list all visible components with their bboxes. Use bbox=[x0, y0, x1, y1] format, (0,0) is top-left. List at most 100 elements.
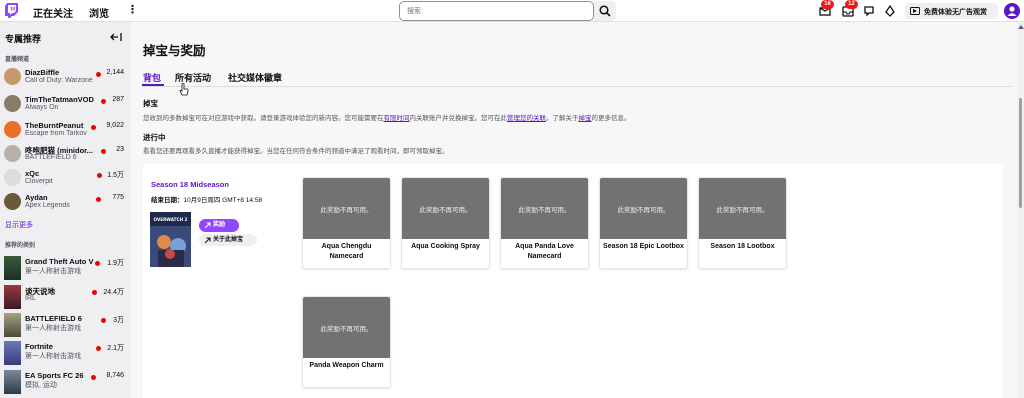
show-more-link[interactable]: 显示更多 bbox=[5, 220, 33, 230]
viewer-count: 2,144 bbox=[106, 69, 124, 76]
nav-browse-link[interactable]: 浏览 bbox=[89, 5, 109, 20]
hand-cursor-icon bbox=[179, 83, 189, 96]
search-box bbox=[399, 1, 594, 21]
live-dot-icon bbox=[95, 261, 100, 266]
channel-item[interactable]: 咚咆肥猫 (minidor... BATTLEFIELD 6 23 bbox=[0, 143, 131, 164]
campaign-name[interactable]: Season 18 Midseason bbox=[151, 180, 229, 189]
sidebar: 专属推荐 直播频道 DiazBiffle Call of Duty: Warzo… bbox=[0, 22, 131, 398]
user-avatar[interactable] bbox=[1004, 3, 1020, 19]
reward-name: Panda Weapon Charm bbox=[309, 362, 384, 369]
channel-name: xQc bbox=[25, 169, 40, 178]
more-menu-icon[interactable]: ⋮ bbox=[127, 3, 138, 18]
channel-avatar bbox=[4, 145, 21, 162]
channel-item[interactable]: Aydan Apex Legends 775 bbox=[0, 191, 131, 212]
category-tag: IRL bbox=[25, 295, 36, 302]
channel-name: TheBurntPeanut bbox=[25, 121, 84, 130]
channel-name: Aydan bbox=[25, 193, 48, 202]
sidebar-title: 专属推荐 bbox=[5, 34, 42, 44]
live-dot-icon bbox=[97, 173, 102, 178]
turbo-button[interactable]: 免费体验无广告观赏 bbox=[905, 3, 998, 19]
search-input[interactable] bbox=[407, 4, 587, 19]
live-dot-icon bbox=[92, 290, 97, 295]
svg-text:OVERWATCH 2: OVERWATCH 2 bbox=[154, 217, 188, 222]
reward-name: Season 18 Epic Lootbox bbox=[603, 243, 684, 250]
reward-unavailable-text: 此奖励不再可用。 bbox=[320, 207, 373, 214]
drops-button[interactable]: 奖励 bbox=[199, 219, 239, 232]
channel-name: TimTheTatmanVOD bbox=[25, 95, 94, 104]
category-item[interactable]: Grand Theft Auto V 第一人称射击游戏 1.9万 bbox=[0, 255, 131, 282]
category-art bbox=[4, 341, 21, 365]
category-tag: 第一人称射击游戏 bbox=[25, 353, 81, 360]
channel-game: BATTLEFIELD 6 bbox=[25, 154, 77, 161]
reward-name: Season 18 Lootbox bbox=[710, 243, 775, 250]
drops-button-label: 奖励 bbox=[213, 222, 226, 228]
drops-text: 内关联账户并兑换掉宝。您可在此 bbox=[409, 115, 508, 122]
scroll-up-icon[interactable] bbox=[1018, 25, 1024, 29]
inbox-badge: 12 bbox=[845, 0, 858, 9]
drops-info-link[interactable]: 掉宝 bbox=[579, 115, 592, 122]
category-name: EA Sports FC 26 bbox=[25, 371, 84, 380]
search-button[interactable] bbox=[594, 1, 616, 21]
drops-description: 您收到的多数掉宝可在对应游戏中获取。请登录游戏体验您的新内容。您可能需要在有限时… bbox=[143, 112, 631, 122]
reward-image: 此奖励不再可用。 bbox=[600, 178, 687, 239]
drops-text: 您收到的多数掉宝可在对应游戏中获取。请登录游戏体验您的新内容。您可能需要在 bbox=[143, 115, 384, 122]
game-box-art: OVERWATCH 2 bbox=[150, 212, 191, 267]
category-name: Grand Theft Auto V bbox=[25, 257, 94, 266]
nav-following-link[interactable]: 正在关注 bbox=[33, 5, 73, 20]
limited-time-link[interactable]: 有限时间 bbox=[384, 115, 410, 122]
whispers-icon[interactable] bbox=[862, 4, 876, 18]
scroll-thumb[interactable] bbox=[1019, 98, 1022, 208]
channel-item[interactable]: TheBurntPeanut Escape from Tarkov 9,022 bbox=[0, 119, 131, 140]
reward-card[interactable]: 此奖励不再可用。 Aqua Chengdu Namecard bbox=[302, 177, 391, 269]
channel-item[interactable]: xQc Cloverpit 1.5万 bbox=[0, 167, 131, 188]
external-link-icon bbox=[204, 237, 211, 244]
live-dot-icon bbox=[91, 125, 96, 130]
tab-inventory[interactable]: 背包 bbox=[143, 71, 161, 84]
viewer-count: 2.1万 bbox=[107, 345, 124, 352]
manage-connections-link[interactable]: 管理您的关联 bbox=[507, 115, 546, 122]
in-progress-heading: 进行中 bbox=[143, 133, 166, 142]
ad-free-icon bbox=[910, 7, 920, 15]
tab-social-badges[interactable]: 社交媒体徽章 bbox=[228, 71, 282, 84]
reward-card[interactable]: 此奖励不再可用。 Aqua Cooking Spray bbox=[401, 177, 490, 269]
viewer-count: 9,022 bbox=[106, 122, 124, 129]
user-icon bbox=[1007, 6, 1017, 16]
viewer-count: 1.5万 bbox=[107, 172, 124, 179]
category-item[interactable]: 谈天说地 IRL 24.4万 bbox=[0, 284, 131, 311]
reward-unavailable-text: 此奖励不再可用。 bbox=[320, 326, 373, 333]
live-dot-icon bbox=[96, 197, 101, 202]
category-item[interactable]: EA Sports FC 26 模拟, 运动 8,746 bbox=[0, 369, 131, 396]
prime-badge: 16 bbox=[821, 0, 834, 9]
channel-game: Escape from Tarkov bbox=[25, 130, 87, 137]
reward-name: Aqua Chengdu Namecard bbox=[321, 243, 372, 260]
about-drop-button[interactable]: 关于此掉宝 bbox=[199, 234, 257, 246]
reward-image: 此奖励不再可用。 bbox=[501, 178, 588, 239]
twitch-logo-icon[interactable] bbox=[5, 3, 18, 18]
in-progress-description: 看看您还要再观看多久直播才能获得掉宝。当您在任何符合条件的频道中满足了观看时间，… bbox=[143, 148, 449, 155]
live-channels-label: 直播频道 bbox=[5, 57, 30, 63]
recommended-categories-label: 推荐的类别 bbox=[5, 243, 36, 249]
reward-card[interactable]: 此奖励不再可用。 Season 18 Epic Lootbox bbox=[599, 177, 688, 269]
category-name: BATTLEFIELD 6 bbox=[25, 314, 82, 323]
turbo-label: 免费体验无广告观赏 bbox=[924, 9, 987, 16]
viewer-count: 1.9万 bbox=[107, 260, 124, 267]
reward-unavailable-text: 此奖励不再可用。 bbox=[716, 207, 769, 214]
channel-item[interactable]: TimTheTatmanVOD Always On 287 bbox=[0, 93, 131, 114]
live-dot-icon bbox=[91, 375, 96, 380]
end-date-label: 结束日期： bbox=[151, 197, 184, 204]
channel-item[interactable]: DiazBiffle Call of Duty: Warzone 2,144 bbox=[0, 66, 131, 87]
reward-card[interactable]: 此奖励不再可用。 Panda Weapon Charm bbox=[302, 296, 391, 388]
reward-image: 此奖励不再可用。 bbox=[699, 178, 786, 239]
bits-icon[interactable] bbox=[883, 4, 897, 18]
reward-name: Aqua Cooking Spray bbox=[411, 243, 480, 250]
main-scrollbar[interactable] bbox=[1017, 22, 1024, 398]
campaign-box-art[interactable]: OVERWATCH 2 bbox=[150, 212, 191, 267]
category-item[interactable]: Fortnite 第一人称射击游戏 2.1万 bbox=[0, 340, 131, 367]
channel-avatar bbox=[4, 193, 21, 210]
reward-card[interactable]: 此奖励不再可用。 Season 18 Lootbox bbox=[698, 177, 787, 269]
category-item[interactable]: BATTLEFIELD 6 第一人称射击游戏 3万 bbox=[0, 312, 131, 339]
reward-unavailable-text: 此奖励不再可用。 bbox=[419, 207, 472, 214]
reward-card[interactable]: 此奖励不再可用。 Aqua Panda Love Namecard bbox=[500, 177, 589, 269]
collapse-sidebar-icon[interactable] bbox=[110, 32, 122, 42]
category-art bbox=[4, 285, 21, 309]
